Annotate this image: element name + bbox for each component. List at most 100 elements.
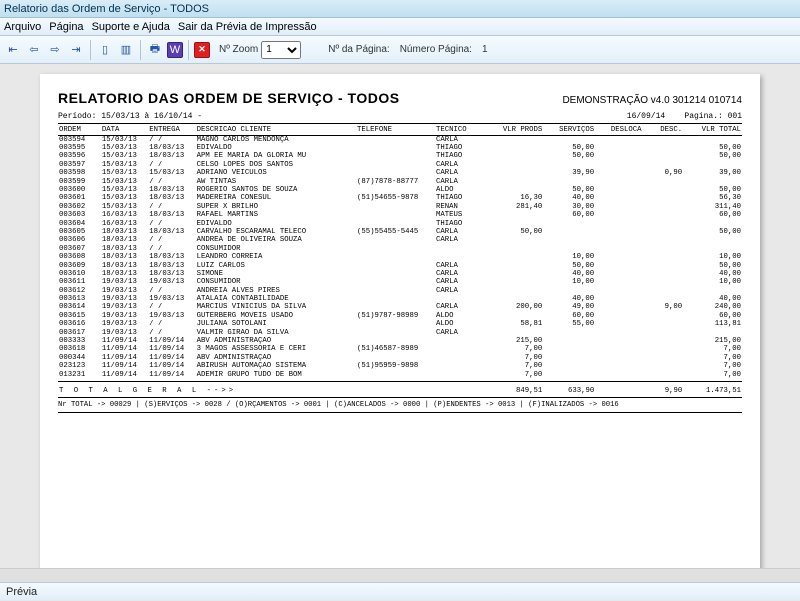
col-serv: SERVIÇOS bbox=[543, 126, 595, 134]
cell-ordem: 000344 bbox=[58, 354, 101, 362]
cell-ordem: 003614 bbox=[58, 303, 101, 311]
cell-data: 19/03/13 bbox=[101, 295, 148, 303]
cell-desl bbox=[595, 320, 642, 328]
rule bbox=[58, 397, 742, 398]
cell-desc bbox=[643, 236, 684, 244]
cell-desl bbox=[595, 295, 642, 303]
table-row: 00360416/03/13 / /EDIVALDOTHIAGO bbox=[58, 220, 742, 228]
cell-tecnico bbox=[435, 362, 487, 370]
export-icon[interactable]: W bbox=[167, 42, 183, 58]
cell-data: 15/03/13 bbox=[101, 152, 148, 160]
cell-prods: 50,00 bbox=[487, 228, 543, 236]
zoom-select[interactable]: 1 bbox=[261, 41, 301, 59]
cell-tot bbox=[683, 136, 742, 144]
cell-prods bbox=[487, 220, 543, 228]
horizontal-scrollbar[interactable] bbox=[0, 568, 800, 582]
prev-page-icon[interactable]: ⇦ bbox=[25, 41, 43, 59]
single-page-icon[interactable]: ▯ bbox=[96, 41, 114, 59]
cell-data: 11/09/14 bbox=[101, 337, 148, 345]
menu-pagina[interactable]: Página bbox=[49, 18, 83, 35]
cell-data: 15/03/13 bbox=[101, 186, 148, 194]
cell-tot: 10,00 bbox=[683, 253, 742, 261]
cell-data: 19/03/13 bbox=[101, 312, 148, 320]
menu-sair[interactable]: Sair da Prévia de Impressão bbox=[178, 18, 317, 35]
cell-tot bbox=[683, 236, 742, 244]
cell-cliente: RAFAEL MARTINS bbox=[196, 211, 356, 219]
cell-ordem: 003605 bbox=[58, 228, 101, 236]
cell-prods: 7,00 bbox=[487, 371, 543, 379]
cell-tecnico: CARLA bbox=[435, 303, 487, 311]
cell-tecnico: THIAGO bbox=[435, 220, 487, 228]
cell-tot: 10,00 bbox=[683, 278, 742, 286]
cell-data: 15/03/13 bbox=[101, 178, 148, 186]
menu-arquivo[interactable]: Arquivo bbox=[4, 18, 41, 35]
next-page-icon[interactable]: ⇨ bbox=[46, 41, 64, 59]
cell-telefone bbox=[356, 136, 435, 144]
cell-tecnico: MATEUS bbox=[435, 211, 487, 219]
table-row: 00361519/03/1319/03/13GUTERBERG MOVEIS U… bbox=[58, 312, 742, 320]
cell-desl bbox=[595, 152, 642, 160]
cell-serv bbox=[543, 136, 595, 144]
report-version: DEMONSTRAÇÃO v4.0 301214 010714 bbox=[562, 95, 742, 107]
table-row: 00361811/09/1411/09/143 MAGOS ASSESSORIA… bbox=[58, 345, 742, 353]
cell-tot: 113,81 bbox=[683, 320, 742, 328]
cell-cliente: SIMONE bbox=[196, 270, 356, 278]
first-page-icon[interactable]: ⇤ bbox=[4, 41, 22, 59]
cell-data: 18/03/13 bbox=[101, 245, 148, 253]
cell-prods bbox=[487, 136, 543, 144]
cell-tecnico: CARLA bbox=[435, 169, 487, 177]
table-row: 00360718/03/13 / /CONSUMIDOR bbox=[58, 245, 742, 253]
cell-ordem: 003608 bbox=[58, 253, 101, 261]
cell-serv: 40,00 bbox=[543, 295, 595, 303]
cell-tecnico: CARLA bbox=[435, 278, 487, 286]
separator bbox=[140, 40, 141, 60]
cell-data: 18/03/13 bbox=[101, 236, 148, 244]
cell-entrega: 11/09/14 bbox=[148, 354, 195, 362]
cell-tot: 7,00 bbox=[683, 362, 742, 370]
print-icon[interactable]: 🖶 bbox=[146, 41, 164, 59]
cell-desl bbox=[595, 228, 642, 236]
cell-desc bbox=[643, 295, 684, 303]
cell-tecnico: ALDO bbox=[435, 186, 487, 194]
cell-desc bbox=[643, 144, 684, 152]
cell-prods bbox=[487, 312, 543, 320]
cell-tecnico bbox=[435, 245, 487, 253]
total-desl bbox=[595, 384, 642, 395]
cell-cliente: VALMIR GIRAO DA SILVA bbox=[196, 329, 356, 337]
cell-telefone bbox=[356, 329, 435, 337]
cell-cliente: CONSUMIDOR bbox=[196, 245, 356, 253]
last-page-icon[interactable]: ⇥ bbox=[67, 41, 85, 59]
rule bbox=[58, 381, 742, 382]
cell-tecnico: ALDO bbox=[435, 312, 487, 320]
table-row: 00360618/03/13 / /ANDREA DE OLIVEIRA SOU… bbox=[58, 236, 742, 244]
cell-ordem: 003333 bbox=[58, 337, 101, 345]
cell-prods bbox=[487, 329, 543, 337]
cell-tot bbox=[683, 161, 742, 169]
cell-entrega: / / bbox=[148, 220, 195, 228]
cell-tot: 311,40 bbox=[683, 203, 742, 211]
cell-ordem: 003596 bbox=[58, 152, 101, 160]
cell-tot bbox=[683, 220, 742, 228]
cell-ordem: 003611 bbox=[58, 278, 101, 286]
cell-prods bbox=[487, 152, 543, 160]
cell-entrega: 18/03/13 bbox=[148, 152, 195, 160]
cell-data: 19/03/13 bbox=[101, 287, 148, 295]
close-preview-icon[interactable]: ✕ bbox=[194, 42, 210, 58]
cell-tot: 56,30 bbox=[683, 194, 742, 202]
cell-prods: 215,00 bbox=[487, 337, 543, 345]
page-label: Nº da Página: bbox=[328, 44, 389, 55]
cell-tot: 50,00 bbox=[683, 262, 742, 270]
cell-ordem: 003601 bbox=[58, 194, 101, 202]
cell-tot: 50,00 bbox=[683, 144, 742, 152]
cell-telefone bbox=[356, 371, 435, 379]
menu-suporte[interactable]: Suporte e Ajuda bbox=[92, 18, 170, 35]
cell-serv bbox=[543, 345, 595, 353]
multi-page-icon[interactable]: ▥ bbox=[117, 41, 135, 59]
cell-serv bbox=[543, 245, 595, 253]
total-label: T O T A L G E R A L -->> bbox=[58, 384, 442, 395]
cell-tot: 50,00 bbox=[683, 186, 742, 194]
cell-desc bbox=[643, 228, 684, 236]
cell-tecnico bbox=[435, 337, 487, 345]
cell-cliente: ANDREA DE OLIVEIRA SOUZA bbox=[196, 236, 356, 244]
cell-entrega: 18/03/13 bbox=[148, 144, 195, 152]
